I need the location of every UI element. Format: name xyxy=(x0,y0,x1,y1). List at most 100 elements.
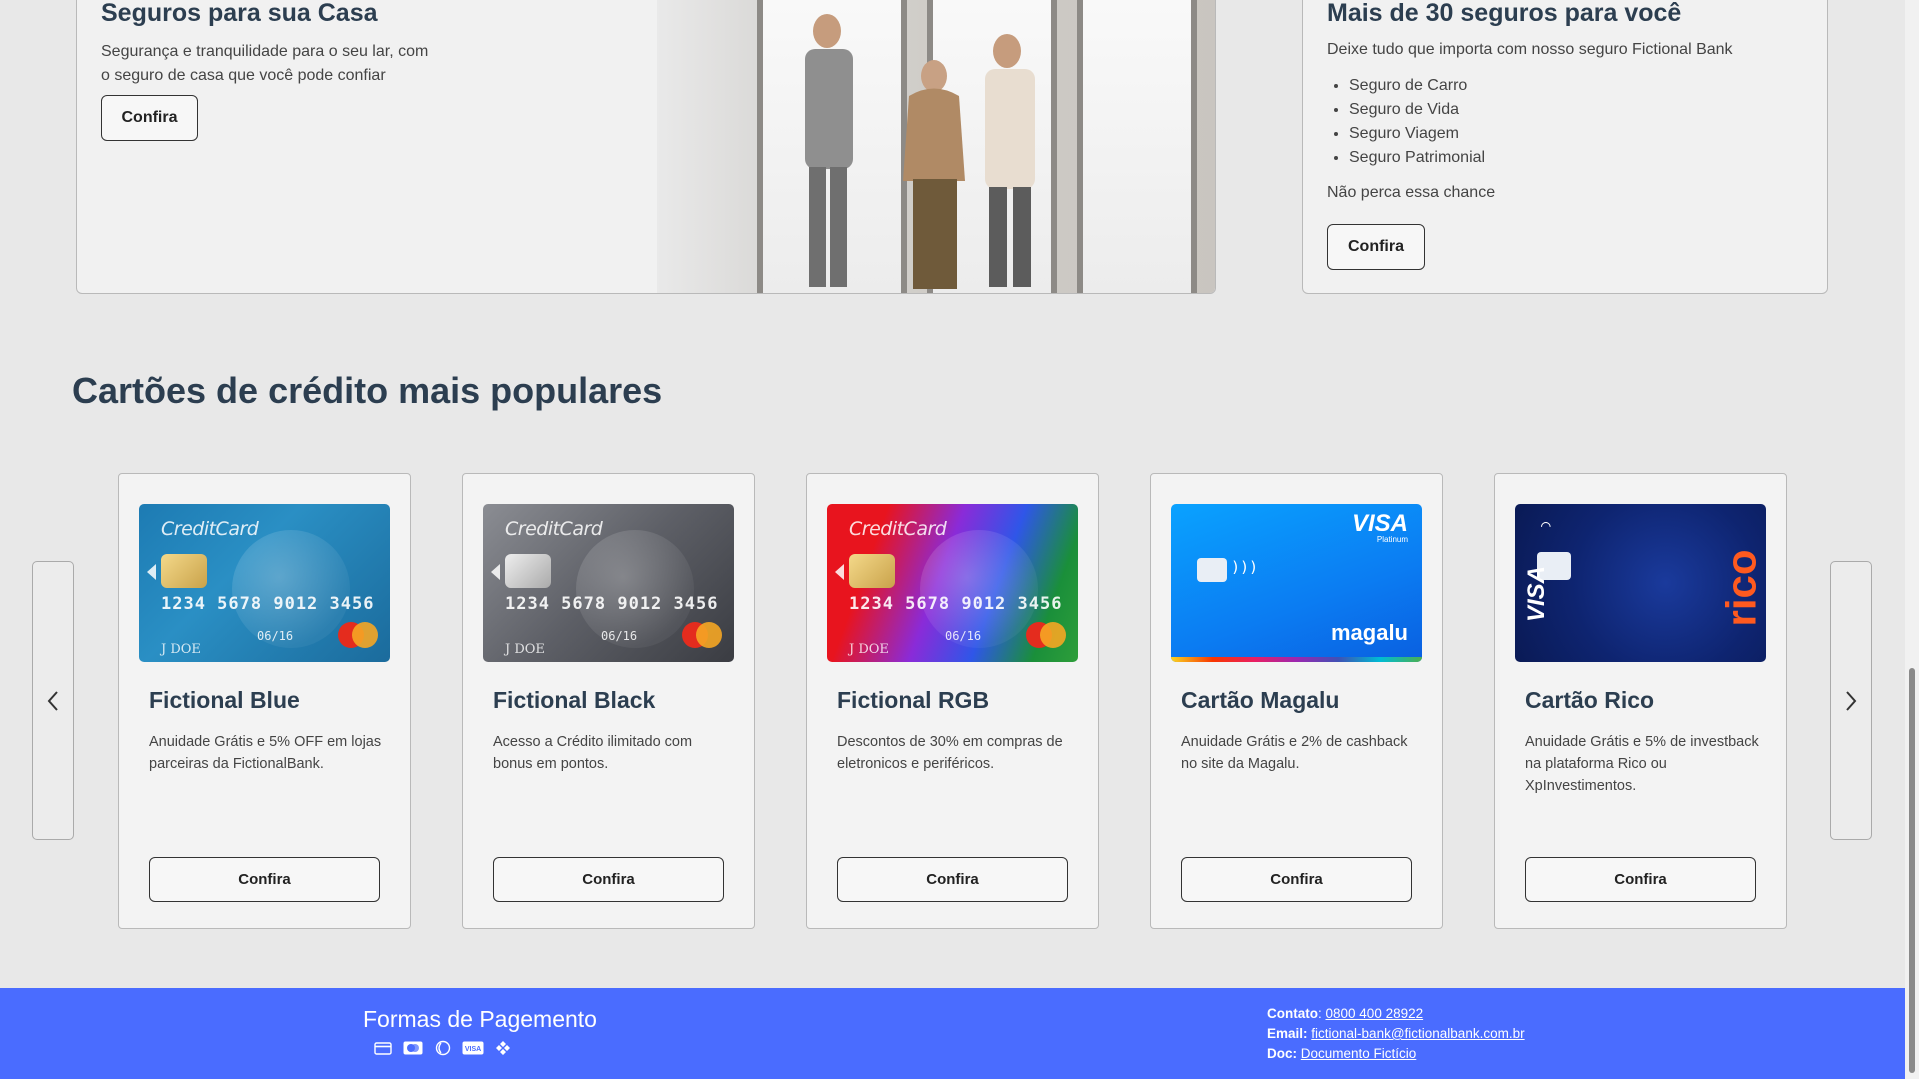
card-description: Anuidade Grátis e 2% de cashback no site… xyxy=(1181,734,1408,772)
home-insurance-text: Seguros para sua Casa Segurança e tranqu… xyxy=(101,0,661,88)
insurance-list: Seguro de Carro Seguro de Vida Seguro Vi… xyxy=(1327,74,1803,170)
svg-text:VISA: VISA xyxy=(465,1046,481,1053)
triangle-icon xyxy=(491,564,500,580)
rico-logo: rico xyxy=(1717,549,1765,627)
card-name: Fictional Black xyxy=(493,687,656,713)
card-image: ◠ VISA rico xyxy=(1515,504,1766,662)
chip-icon xyxy=(505,554,551,588)
page-scrollbar[interactable] xyxy=(1905,0,1919,1079)
mastercard-icon xyxy=(682,622,722,648)
credit-card-item: ◠ VISA rico Cartão Rico Anuidade Grátis … xyxy=(1494,473,1787,929)
triangle-icon xyxy=(147,564,156,580)
chevron-right-icon xyxy=(1846,690,1857,711)
contact-label: Contato xyxy=(1267,1006,1318,1021)
carousel-next-button[interactable] xyxy=(1830,561,1872,840)
card-description: Acesso a Crédito ilimitado com bonus em … xyxy=(493,734,693,772)
card-confira-button[interactable]: Confira xyxy=(1525,857,1756,902)
card-name: Fictional RGB xyxy=(837,687,990,713)
card-description: Descontos de 30% em compras de eletronic… xyxy=(837,734,1063,772)
home-insurance-card: Seguros para sua Casa Segurança e tranqu… xyxy=(76,0,1216,294)
card-confira-button[interactable]: Confira xyxy=(149,857,380,902)
credit-card-graphic: CreditCard 1234 5678 9012 3456 06/16 J D… xyxy=(139,504,390,662)
card-brand: CreditCard xyxy=(849,518,947,540)
card-number: 1234 5678 9012 3456 xyxy=(505,594,719,614)
list-item: Seguro Viagem xyxy=(1349,122,1803,146)
diners-icon xyxy=(432,1040,454,1056)
mastercard-icon xyxy=(1026,622,1066,648)
card-description: Anuidade Grátis e 5% de investback na pl… xyxy=(1525,734,1759,794)
footer-contact: Contato: 0800 400 28922 Email: fictional… xyxy=(1267,1004,1525,1064)
insurance-list-title: Mais de 30 seguros para você xyxy=(1327,0,1682,27)
card-image: CreditCard 1234 5678 9012 3456 06/16 J D… xyxy=(139,504,390,662)
contactless-icon: ◠ xyxy=(1541,516,1551,535)
email-line: Email: fictional-bank@fictionalbank.com.… xyxy=(1267,1024,1525,1044)
contactless-icon: ))) xyxy=(1231,558,1259,576)
credit-card-icon xyxy=(372,1040,394,1056)
card-image: CreditCard 1234 5678 9012 3456 06/16 J D… xyxy=(827,504,1078,662)
chip-icon xyxy=(849,554,895,588)
payment-methods-title: Formas de Pagemento xyxy=(363,1006,597,1032)
card-brand: CreditCard xyxy=(161,518,259,540)
credit-card-graphic: CreditCard 1234 5678 9012 3456 06/16 J D… xyxy=(827,504,1078,662)
card-brand: CreditCard xyxy=(505,518,603,540)
doc-label: Doc: xyxy=(1267,1046,1297,1061)
chip-icon xyxy=(1197,558,1227,582)
card-holder: J DOE xyxy=(849,642,889,657)
platinum-label: Platinum xyxy=(1376,535,1408,544)
list-item: Seguro de Vida xyxy=(1349,98,1803,122)
credit-card-graphic: CreditCard 1234 5678 9012 3456 06/16 J D… xyxy=(483,504,734,662)
card-confira-button[interactable]: Confira xyxy=(493,857,724,902)
doc-line: Doc: Documento Fictício xyxy=(1267,1044,1525,1064)
visa-logo: VISA xyxy=(1351,510,1408,537)
visa-icon: VISA xyxy=(462,1040,484,1056)
insurance-list-note: Não perca essa chance xyxy=(1327,184,1496,201)
card-name: Cartão Magalu xyxy=(1181,687,1340,713)
list-item: Seguro de Carro xyxy=(1349,74,1803,98)
card-expiry: 06/16 xyxy=(601,629,638,643)
doc-link[interactable]: Documento Fictício xyxy=(1301,1046,1417,1061)
card-name: Fictional Blue xyxy=(149,687,300,713)
card-expiry: 06/16 xyxy=(945,629,982,643)
credit-card-item: CreditCard 1234 5678 9012 3456 06/16 J D… xyxy=(462,473,755,929)
card-holder: J DOE xyxy=(161,642,201,657)
visa-logo: VISA xyxy=(1523,565,1550,622)
scrollbar-thumb[interactable] xyxy=(1909,668,1915,1073)
mastercard-icon xyxy=(338,622,378,648)
credit-card-item: CreditCard 1234 5678 9012 3456 06/16 J D… xyxy=(118,473,411,929)
contact-phone-link[interactable]: 0800 400 28922 xyxy=(1326,1006,1424,1021)
family-house-photo xyxy=(657,0,1215,293)
rainbow-stripe xyxy=(1171,657,1422,662)
triangle-icon xyxy=(835,564,844,580)
card-confira-button[interactable]: Confira xyxy=(1181,857,1412,902)
people-silhouette xyxy=(805,14,1035,289)
card-description: Anuidade Grátis e 5% OFF em lojas parcei… xyxy=(149,734,382,772)
insurance-list-card: Mais de 30 seguros para você Deixe tudo … xyxy=(1302,0,1828,294)
card-expiry: 06/16 xyxy=(257,629,294,643)
chevron-left-icon xyxy=(47,690,58,711)
card-number: 1234 5678 9012 3456 xyxy=(849,594,1063,614)
home-insurance-confira-button[interactable]: Confira xyxy=(101,95,198,141)
chip-icon xyxy=(161,554,207,588)
card-number: 1234 5678 9012 3456 xyxy=(161,594,375,614)
insurance-list-description: Deixe tudo que importa com nosso seguro … xyxy=(1327,41,1733,58)
pix-icon xyxy=(492,1040,514,1056)
card-image: VISA Platinum ))) magalu xyxy=(1171,504,1422,662)
insurance-list-confira-button[interactable]: Confira xyxy=(1327,224,1425,270)
card-confira-button[interactable]: Confira xyxy=(837,857,1068,902)
credit-card-item: CreditCard 1234 5678 9012 3456 06/16 J D… xyxy=(806,473,1099,929)
magalu-logo: magalu xyxy=(1330,620,1408,645)
footer: Formas de Pagemento VISA Contato: 0800 4… xyxy=(0,988,1905,1079)
card-name: Cartão Rico xyxy=(1525,687,1655,713)
rico-card-graphic: ◠ VISA rico xyxy=(1515,504,1766,662)
home-insurance-description: Segurança e tranquilidade para o seu lar… xyxy=(101,43,429,84)
email-label: Email: xyxy=(1267,1026,1308,1041)
list-item: Seguro Patrimonial xyxy=(1349,146,1803,170)
card-holder: J DOE xyxy=(505,642,545,657)
email-link[interactable]: fictional-bank@fictionalbank.com.br xyxy=(1311,1026,1524,1041)
mastercard-icon xyxy=(402,1040,424,1056)
home-insurance-title: Seguros para sua Casa xyxy=(101,0,378,27)
contact-line: Contato: 0800 400 28922 xyxy=(1267,1006,1424,1021)
credit-card-item: VISA Platinum ))) magalu Cartão Magalu A… xyxy=(1150,473,1443,929)
carousel-prev-button[interactable] xyxy=(32,561,74,840)
card-image: CreditCard 1234 5678 9012 3456 06/16 J D… xyxy=(483,504,734,662)
